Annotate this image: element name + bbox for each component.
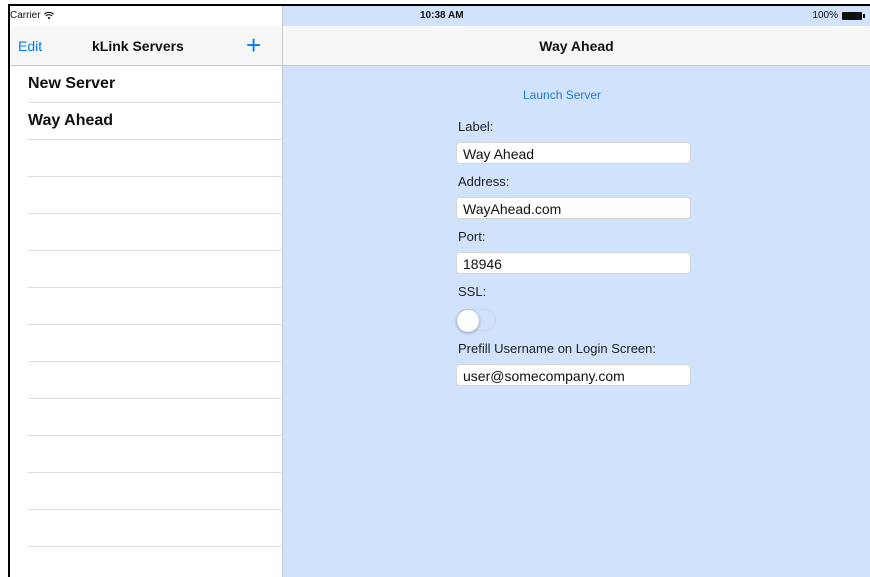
empty-row (28, 288, 282, 325)
prefill-caption: Prefill Username on Login Screen: (458, 341, 656, 356)
empty-row (28, 214, 282, 251)
carrier-indicator: Carrier (10, 10, 54, 21)
empty-row (28, 140, 282, 177)
launch-server-button[interactable]: Launch Server (523, 88, 601, 102)
master-pane: Edit kLink Servers + New Server Way Ahea… (10, 6, 283, 577)
server-row-way-ahead[interactable]: Way Ahead (28, 103, 282, 140)
address-field[interactable]: WayAhead.com (456, 197, 691, 219)
edit-button[interactable]: Edit (18, 38, 42, 54)
empty-row (28, 547, 282, 577)
port-caption: Port: (458, 229, 486, 244)
clock: 10:38 AM (420, 10, 464, 21)
empty-row (28, 510, 282, 547)
address-caption: Address: (458, 174, 510, 189)
master-title: kLink Servers (92, 38, 184, 54)
server-list: New Server Way Ahead (10, 66, 282, 577)
port-field[interactable]: 18946 (456, 252, 691, 274)
toggle-knob (457, 310, 479, 332)
empty-row (28, 325, 282, 362)
empty-row (28, 399, 282, 436)
empty-row (28, 436, 282, 473)
add-server-button[interactable]: + (246, 30, 261, 61)
ssl-toggle[interactable] (456, 309, 496, 332)
server-row-new-server[interactable]: New Server (28, 66, 282, 103)
empty-row (28, 473, 282, 510)
master-nav-bar: Edit kLink Servers + (10, 26, 282, 66)
empty-row (28, 177, 282, 214)
detail-pane: Way Ahead Launch Server Label: Way Ahead… (283, 6, 870, 577)
label-caption: Label: (458, 119, 494, 134)
prefill-username-field[interactable]: user@somecompany.com (456, 364, 691, 386)
detail-nav-bar: Way Ahead (283, 26, 870, 66)
detail-title: Way Ahead (539, 38, 614, 54)
battery-icon (842, 11, 865, 20)
wifi-icon (43, 11, 54, 19)
ipad-screen: Edit kLink Servers + New Server Way Ahea… (10, 6, 870, 577)
carrier-label: Carrier (10, 10, 41, 21)
empty-row (28, 251, 282, 288)
empty-row (28, 362, 282, 399)
status-bar: Carrier 10:38 AM 100% (10, 6, 870, 26)
ssl-caption: SSL: (458, 284, 487, 299)
label-field[interactable]: Way Ahead (456, 142, 691, 164)
battery-indicator: 100% (812, 10, 865, 21)
battery-percent: 100% (812, 10, 838, 21)
